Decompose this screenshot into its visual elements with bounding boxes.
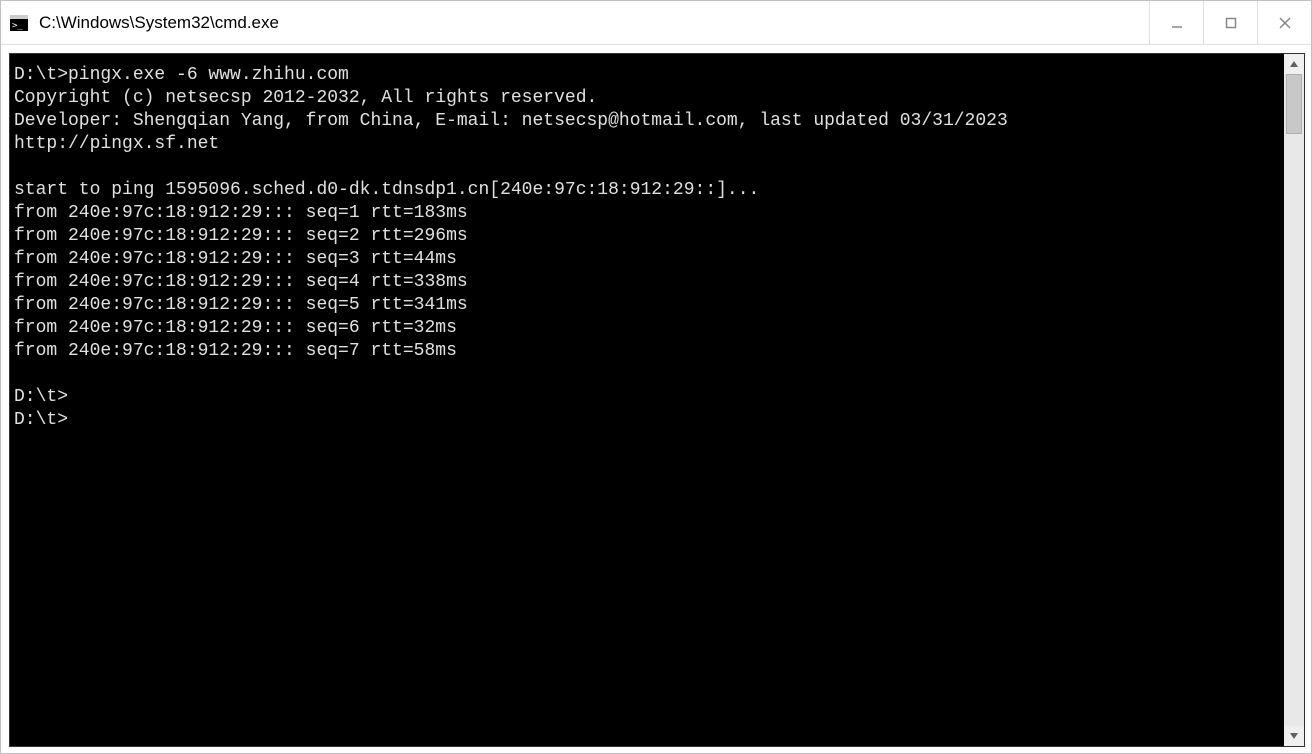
scroll-up-arrow-icon[interactable]	[1284, 54, 1304, 74]
window-title: C:\Windows\System32\cmd.exe	[39, 13, 1149, 33]
cmd-window: >_ C:\Windows\System32\cmd.exe D:\t>ping…	[0, 0, 1312, 754]
maximize-button[interactable]	[1203, 1, 1257, 44]
svg-text:>_: >_	[12, 21, 23, 31]
cmd-icon: >_	[9, 13, 29, 33]
scrollbar-track[interactable]	[1284, 74, 1304, 726]
window-controls	[1149, 1, 1311, 44]
titlebar[interactable]: >_ C:\Windows\System32\cmd.exe	[1, 1, 1311, 45]
scrollbar-thumb[interactable]	[1286, 74, 1302, 134]
terminal-output[interactable]: D:\t>pingx.exe -6 www.zhihu.com Copyrigh…	[10, 54, 1284, 746]
window-body: D:\t>pingx.exe -6 www.zhihu.com Copyrigh…	[1, 45, 1311, 753]
scroll-down-arrow-icon[interactable]	[1284, 726, 1304, 746]
close-button[interactable]	[1257, 1, 1311, 44]
terminal-container: D:\t>pingx.exe -6 www.zhihu.com Copyrigh…	[9, 53, 1305, 747]
vertical-scrollbar[interactable]	[1284, 54, 1304, 746]
minimize-button[interactable]	[1149, 1, 1203, 44]
